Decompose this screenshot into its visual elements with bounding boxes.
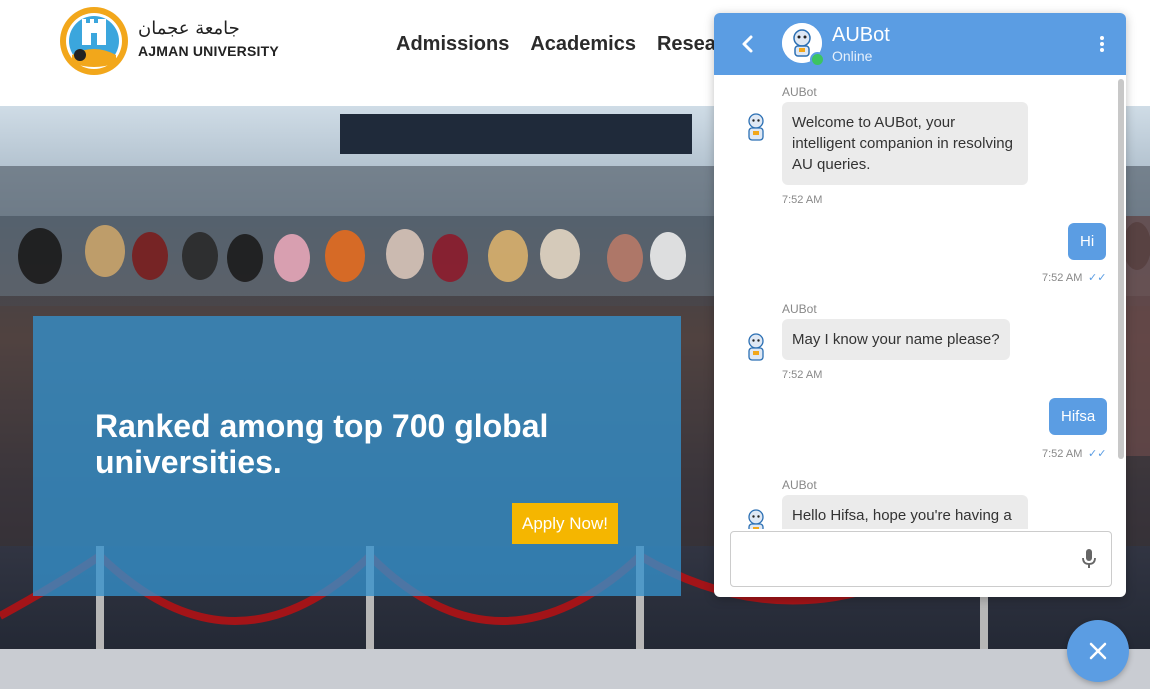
hero-title: Ranked among top 700 global universities… xyxy=(95,408,549,480)
nav-research[interactable]: Resea xyxy=(657,33,716,56)
bot-avatar-icon xyxy=(748,509,764,529)
apply-now-button[interactable]: Apply Now! xyxy=(512,503,618,544)
message-time: 7:52 AM xyxy=(1042,272,1083,284)
online-status-dot xyxy=(810,52,825,67)
brand-english: AJMAN UNIVERSITY xyxy=(138,43,279,59)
hero-info-card: Ranked among top 700 global universities… xyxy=(33,316,681,596)
main-nav: Admissions Academics Resea xyxy=(396,33,716,56)
chat-bot-status: Online xyxy=(832,48,873,64)
bot-avatar-icon xyxy=(748,113,764,141)
user-message: Hifsa xyxy=(1049,398,1108,435)
bot-message: Hello Hifsa, hope you're having a xyxy=(782,495,1028,529)
close-chat-button[interactable] xyxy=(1067,620,1129,682)
message-sender: AUBot xyxy=(782,302,817,316)
more-vertical-icon[interactable] xyxy=(1092,31,1112,57)
message-sender: AUBot xyxy=(782,85,817,99)
bot-message: May I know your name please? xyxy=(782,319,1010,360)
brand-arabic: جامعة عجمان xyxy=(138,18,240,39)
bot-avatar-icon xyxy=(748,333,764,361)
nav-admissions[interactable]: Admissions xyxy=(396,33,509,56)
close-icon xyxy=(1089,642,1107,660)
chat-scrollbar[interactable] xyxy=(1118,79,1124,459)
user-message: Hi xyxy=(1068,223,1107,260)
message-time: 7:52 AM xyxy=(1042,448,1083,460)
message-time: 7:52 AM xyxy=(782,369,823,381)
chat-header: AUBot Online xyxy=(714,13,1126,75)
nav-academics[interactable]: Academics xyxy=(530,33,636,56)
logo-icon[interactable] xyxy=(58,5,130,77)
chat-message-list[interactable]: AUBot Welcome to AUBot, your intelligent… xyxy=(714,75,1118,529)
message-time: 7:52 AM xyxy=(782,194,823,206)
double-check-icon: ✓✓ xyxy=(1088,448,1107,460)
back-arrow-icon[interactable] xyxy=(736,32,760,56)
chat-bot-name: AUBot xyxy=(832,24,890,46)
floor xyxy=(0,649,1150,689)
message-sender: AUBot xyxy=(782,478,817,492)
chat-message-input[interactable] xyxy=(731,532,1095,584)
chat-input-box xyxy=(730,531,1112,587)
chat-widget: AUBot Online AUBot Welcome to AUBot, you… xyxy=(714,13,1126,597)
double-check-icon: ✓✓ xyxy=(1088,272,1107,284)
bot-message: Welcome to AUBot, your intelligent compa… xyxy=(782,102,1028,185)
microphone-icon[interactable] xyxy=(1080,548,1098,570)
